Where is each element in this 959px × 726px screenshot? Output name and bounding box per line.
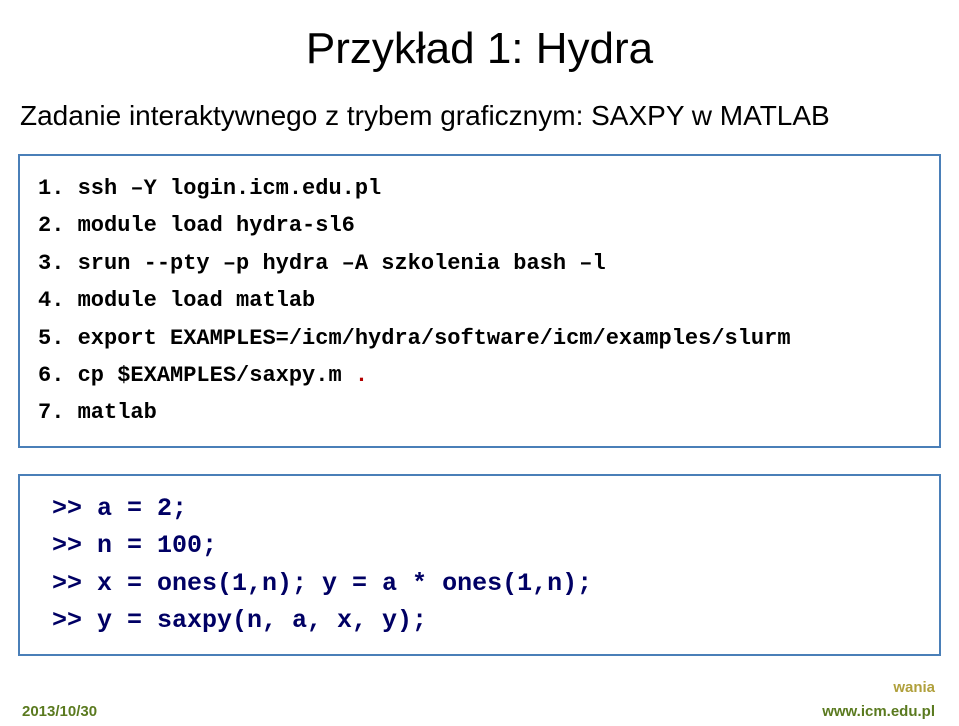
output-line: >> a = 2; bbox=[52, 490, 921, 528]
cmd-num: 7. bbox=[38, 400, 78, 425]
output-line: >> y = saxpy(n, a, x, y); bbox=[52, 602, 921, 640]
task-description: Zadanie interaktywnego z trybem graficzn… bbox=[20, 100, 941, 132]
commands-box: 1. ssh –Y login.icm.edu.pl 2. module loa… bbox=[18, 154, 941, 448]
cmd-line: 3. srun --pty –p hydra –A szkolenia bash… bbox=[38, 245, 921, 282]
cmd-text: srun --pty –p hydra –A szkolenia bash –l bbox=[78, 251, 606, 276]
slide: Przykład 1: Hydra Zadanie interaktywnego… bbox=[0, 0, 959, 726]
footer-fragment: wania bbox=[893, 679, 935, 696]
cmd-text: module load hydra-sl6 bbox=[78, 213, 355, 238]
cmd-num: 6. bbox=[38, 363, 78, 388]
cmd-text: ssh –Y login.icm.edu.pl bbox=[78, 176, 382, 201]
cmd-line: 2. module load hydra-sl6 bbox=[38, 207, 921, 244]
output-line: >> x = ones(1,n); y = a * ones(1,n); bbox=[52, 565, 921, 603]
footer-date: 2013/10/30 bbox=[22, 703, 97, 720]
output-box: >> a = 2; >> n = 100; >> x = ones(1,n); … bbox=[18, 474, 941, 656]
cmd-line: 4. module load matlab bbox=[38, 282, 921, 319]
cmd-line: 1. ssh –Y login.icm.edu.pl bbox=[38, 170, 921, 207]
cmd-num: 1. bbox=[38, 176, 78, 201]
cmd-text: matlab bbox=[78, 400, 157, 425]
cmd-line: 6. cp $EXAMPLES/saxpy.m . bbox=[38, 357, 921, 394]
footer-url: www.icm.edu.pl bbox=[822, 703, 935, 720]
cmd-num: 4. bbox=[38, 288, 78, 313]
cmd-redtext: . bbox=[355, 363, 368, 388]
cmd-line: 7. matlab bbox=[38, 394, 921, 431]
cmd-text: cp $EXAMPLES/saxpy.m bbox=[78, 363, 355, 388]
cmd-num: 3. bbox=[38, 251, 78, 276]
cmd-text: module load matlab bbox=[78, 288, 316, 313]
cmd-line: 5. export EXAMPLES=/icm/hydra/software/i… bbox=[38, 320, 921, 357]
cmd-num: 2. bbox=[38, 213, 78, 238]
slide-title: Przykład 1: Hydra bbox=[18, 24, 941, 74]
output-line: >> n = 100; bbox=[52, 527, 921, 565]
cmd-text: export EXAMPLES=/icm/hydra/software/icm/… bbox=[78, 326, 791, 351]
cmd-num: 5. bbox=[38, 326, 78, 351]
